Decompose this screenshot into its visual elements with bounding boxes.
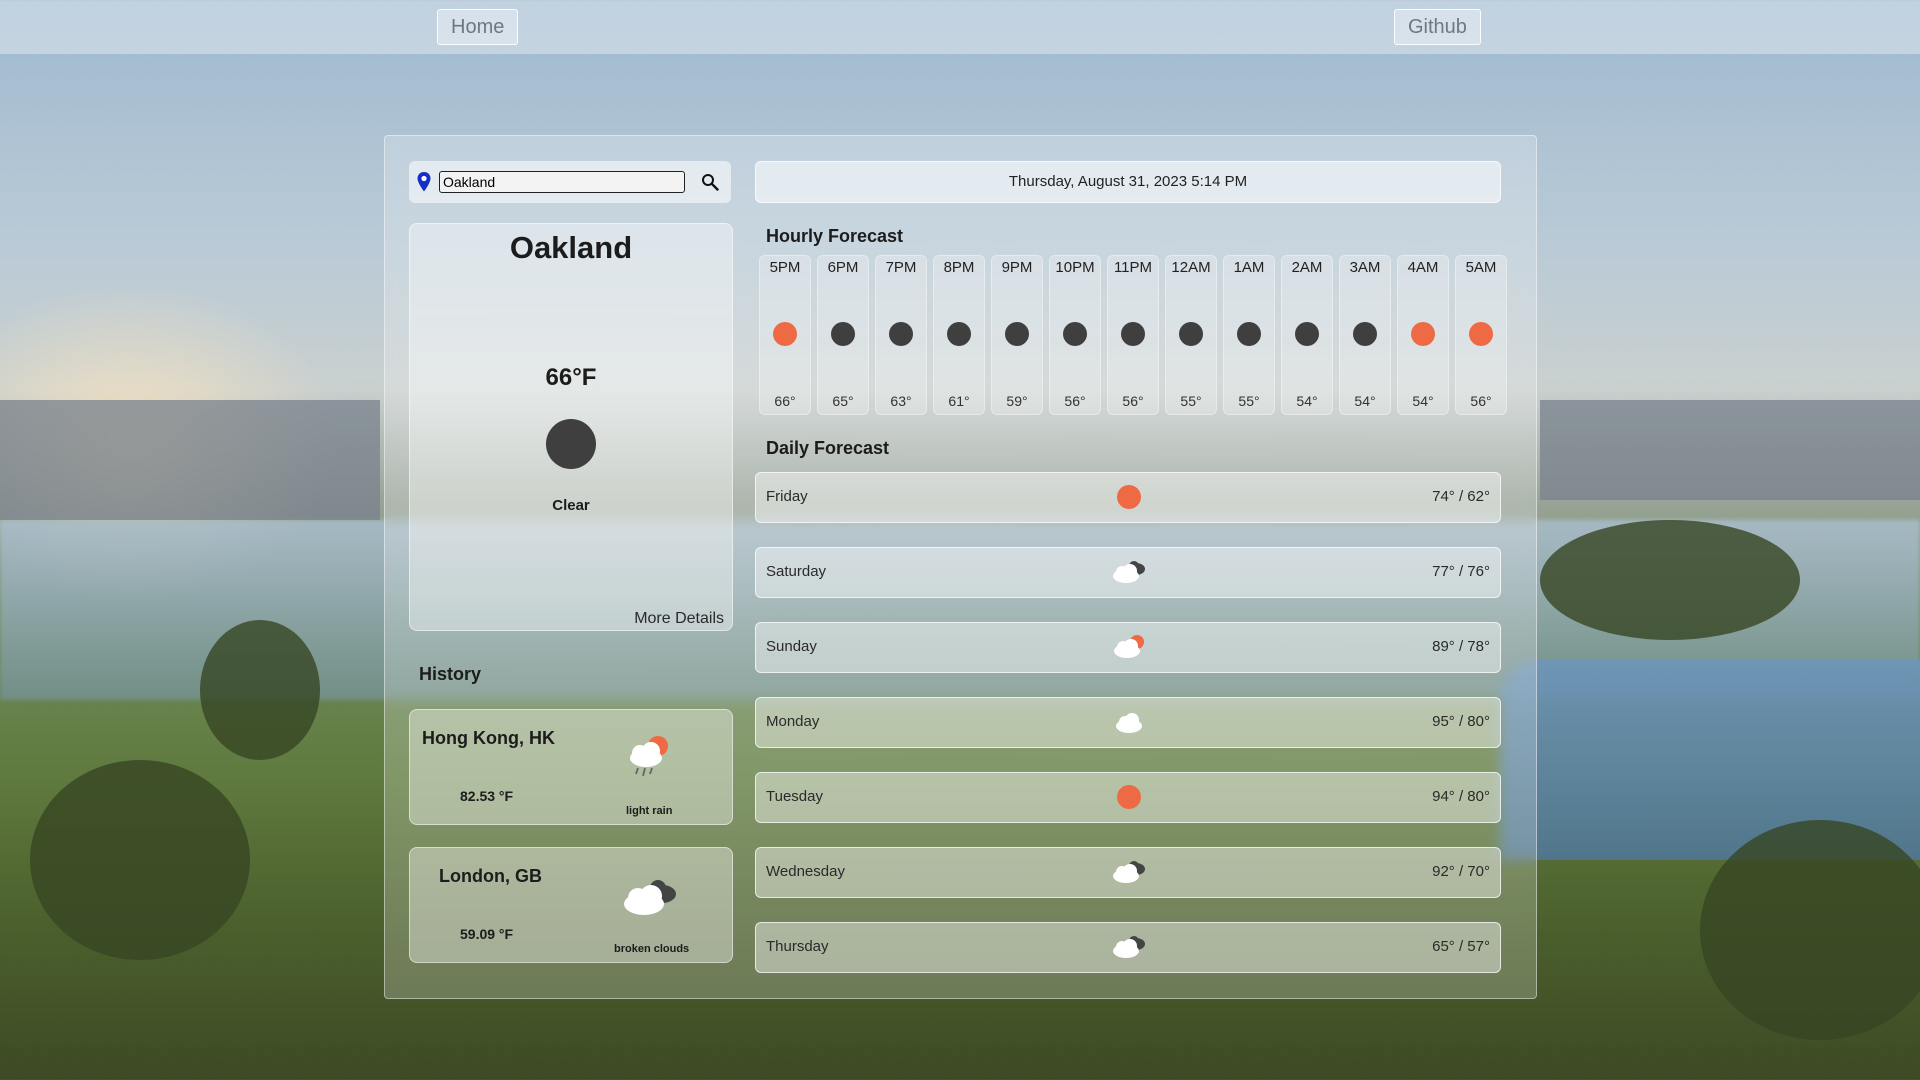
daily-high-low: 77° / 76°	[1432, 563, 1490, 580]
hourly-item: 12AM 55°	[1165, 255, 1217, 415]
hourly-item: 5AM 56°	[1455, 255, 1507, 415]
hourly-item: 8PM 61°	[933, 255, 985, 415]
moon-icon	[546, 419, 596, 469]
moon-icon	[1295, 322, 1319, 346]
moon-icon	[889, 322, 913, 346]
moon-icon	[1121, 322, 1145, 346]
sun-icon	[773, 322, 797, 346]
home-button[interactable]: Home	[437, 9, 519, 45]
daily-day: Wednesday	[766, 863, 845, 880]
hourly-item: 11PM 56°	[1107, 255, 1159, 415]
moon-icon	[1063, 322, 1087, 346]
hourly-item: 4AM 54°	[1397, 255, 1449, 415]
daily-row: Sunday 89° / 78°	[755, 622, 1501, 673]
hourly-item: 9PM 59°	[991, 255, 1043, 415]
moon-icon	[1237, 322, 1261, 346]
daily-day: Tuesday	[766, 788, 823, 805]
hourly-item: 2AM 54°	[1281, 255, 1333, 415]
daily-high-low: 92° / 70°	[1432, 863, 1490, 880]
moon-icon	[1179, 322, 1203, 346]
current-datetime: Thursday, August 31, 2023 5:14 PM	[755, 161, 1501, 203]
history-temp: 82.53 °F	[460, 788, 514, 804]
weather-panel: Oakland 66°F Clear More Details History …	[384, 135, 1537, 999]
history-title: History	[419, 664, 482, 684]
moon-icon	[831, 322, 855, 346]
hourly-item: 1AM 55°	[1223, 255, 1275, 415]
current-city: Oakland	[509, 230, 633, 265]
sun-icon	[1117, 785, 1141, 809]
location-pin-icon	[417, 172, 431, 192]
hourly-item: 10PM 56°	[1049, 255, 1101, 415]
daily-day: Friday	[766, 488, 808, 505]
daily-high-low: 65° / 57°	[1432, 938, 1490, 955]
current-temperature: 66°F	[545, 364, 597, 391]
daily-day: Sunday	[766, 638, 817, 655]
moon-icon	[1353, 322, 1377, 346]
hourly-forecast-title: Hourly Forecast	[766, 226, 904, 246]
hourly-item: 3AM 54°	[1339, 255, 1391, 415]
daily-day: Thursday	[766, 938, 829, 955]
daily-row: Monday 95° / 80°	[755, 697, 1501, 748]
daily-day: Saturday	[766, 563, 827, 580]
daily-forecast-title: Daily Forecast	[766, 438, 890, 458]
more-details-link[interactable]: More Details	[634, 610, 724, 628]
daily-row: Tuesday 94° / 80°	[755, 772, 1501, 823]
current-weather-card: Oakland 66°F Clear More Details	[409, 223, 733, 631]
history-city: London, GB	[439, 866, 542, 886]
history-city: Hong Kong, HK	[422, 728, 555, 748]
top-nav-bar: Home Github	[0, 0, 1920, 54]
hourly-item: 5PM 66°	[759, 255, 811, 415]
moon-icon	[947, 322, 971, 346]
daily-high-low: 94° / 80°	[1432, 788, 1490, 805]
hourly-item: 7PM 63°	[875, 255, 927, 415]
daily-high-low: 95° / 80°	[1432, 713, 1490, 730]
city-search-input[interactable]	[439, 171, 685, 193]
broken-clouds-icon	[1113, 561, 1145, 583]
rain-cloud-sun-icon	[630, 736, 668, 777]
sun-icon	[1411, 322, 1435, 346]
broken-clouds-icon	[1113, 861, 1145, 883]
daily-high-low: 74° / 62°	[1432, 488, 1490, 505]
github-button[interactable]: Github	[1394, 9, 1481, 45]
broken-clouds-icon	[624, 880, 676, 915]
hourly-item: 6PM 65°	[817, 255, 869, 415]
history-description: broken clouds	[614, 943, 690, 955]
sun-icon	[1469, 322, 1493, 346]
daily-day: Monday	[766, 713, 820, 730]
current-condition: Clear	[552, 497, 590, 514]
history-temp: 59.09 °F	[460, 926, 514, 942]
cloud-icon	[1116, 713, 1142, 733]
daily-high-low: 89° / 78°	[1432, 638, 1490, 655]
history-item[interactable]: London, GB 59.09 °F broken clouds	[409, 847, 733, 963]
daily-row: Saturday 77° / 76°	[755, 547, 1501, 598]
daily-row: Wednesday 92° / 70°	[755, 847, 1501, 898]
daily-row: Friday 74° / 62°	[755, 472, 1501, 523]
moon-icon	[1005, 322, 1029, 346]
search-icon[interactable]	[701, 173, 719, 191]
history-item[interactable]: Hong Kong, HK 82.53 °F light rain	[409, 709, 733, 825]
history-description: light rain	[626, 805, 673, 817]
hourly-forecast-strip: 5PM 66° 6PM 65° 7PM 63° 8PM 61° 9PM 59° 10PM 5…	[759, 255, 1507, 415]
sun-icon	[1117, 485, 1141, 509]
cloud-sun-icon	[1114, 635, 1144, 658]
daily-row: Thursday 65° / 57°	[755, 922, 1501, 973]
broken-clouds-icon	[1113, 936, 1145, 958]
search-bar	[409, 161, 731, 203]
